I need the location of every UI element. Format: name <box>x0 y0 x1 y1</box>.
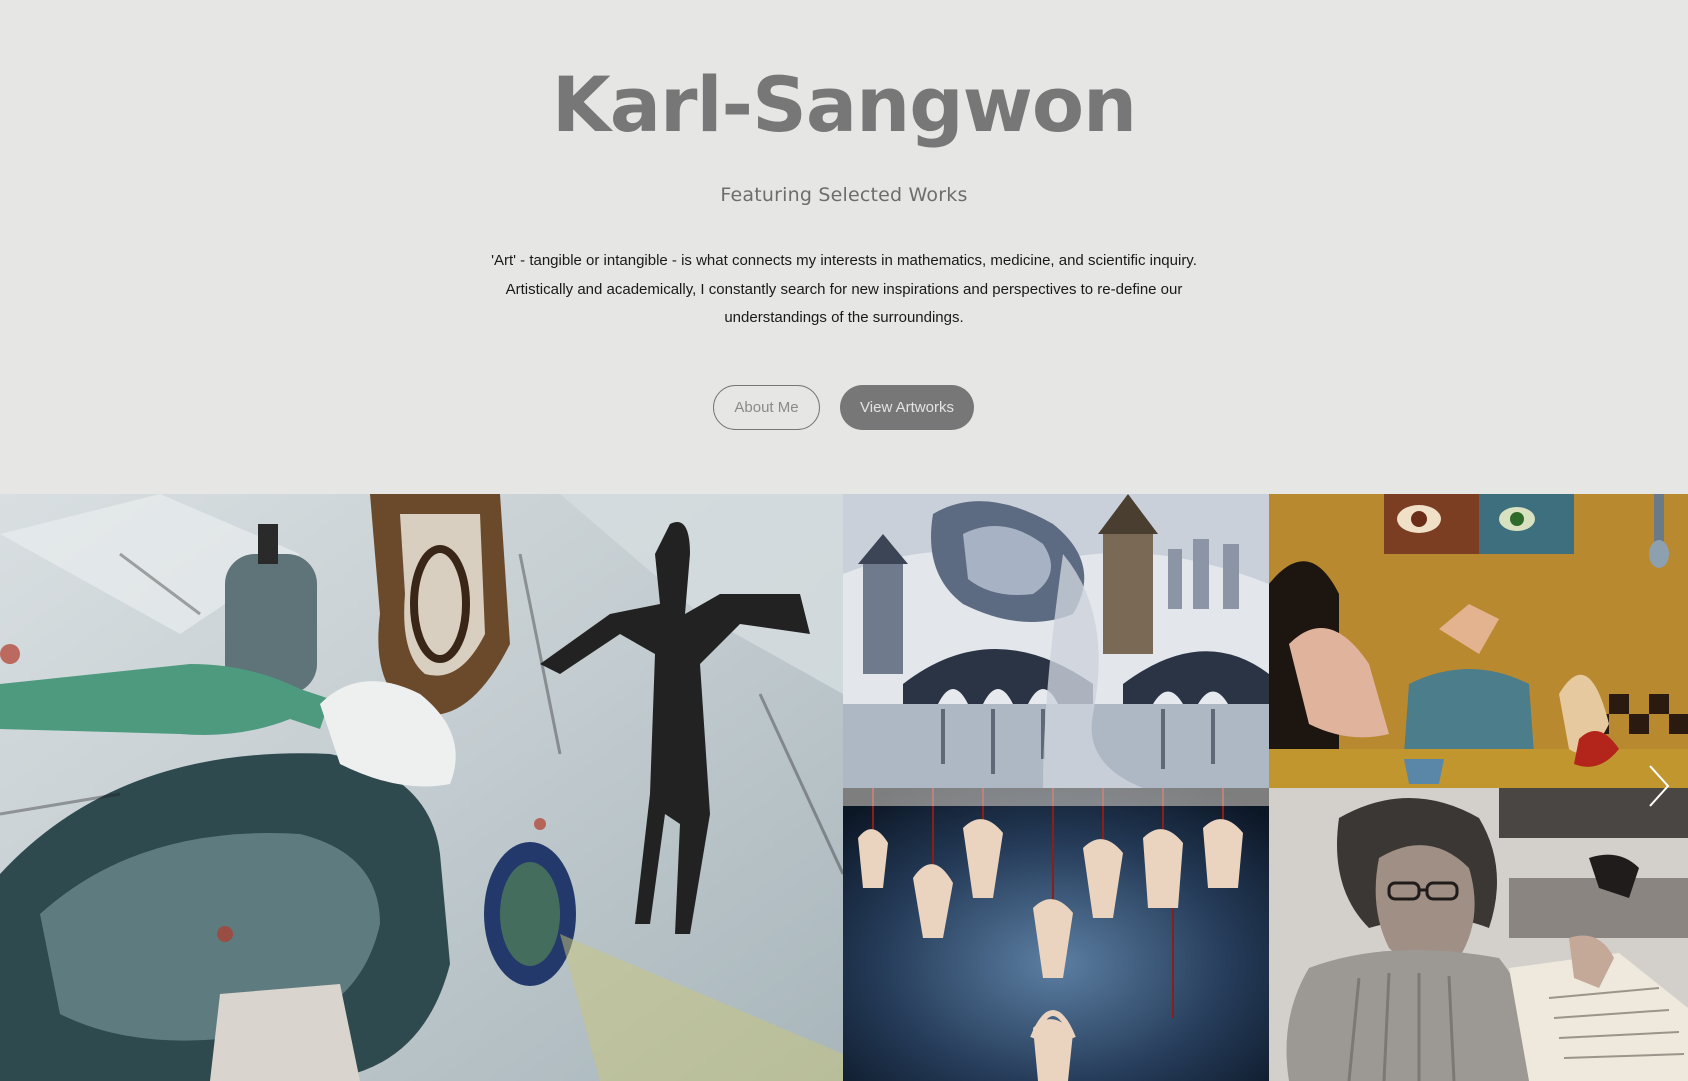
artwork-reading-woman-image <box>1269 788 1688 1081</box>
artwork-reading-woman[interactable] <box>1269 788 1688 1081</box>
artwork-surreal-table[interactable] <box>1269 494 1688 788</box>
artwork-abstract-figures-image <box>0 494 843 1081</box>
artwork-marionettes[interactable] <box>843 788 1269 1081</box>
chevron-right-icon[interactable] <box>1644 756 1674 816</box>
artwork-monochrome-bridge[interactable] <box>843 494 1269 788</box>
artwork-gallery <box>0 494 1688 1081</box>
artwork-marionettes-image <box>843 788 1269 1081</box>
artwork-abstract-figures[interactable] <box>0 494 843 1081</box>
about-me-button[interactable]: About Me <box>713 385 820 430</box>
page-subtitle: Featuring Selected Works <box>720 184 968 206</box>
intro-paragraph: 'Art' - tangible or intangible - is what… <box>464 247 1224 333</box>
site-title: Karl-Sangwon <box>551 60 1137 149</box>
artwork-monochrome-bridge-image <box>843 494 1269 788</box>
artwork-surreal-table-image <box>1269 494 1688 788</box>
view-artworks-button[interactable]: View Artworks <box>840 385 974 430</box>
intro-line: 'Art' - tangible or intangible - is what… <box>491 252 1197 269</box>
hero-section: Karl-Sangwon Featuring Selected Works 'A… <box>0 0 1688 494</box>
intro-line: Artistically and academically, I constan… <box>505 280 1183 298</box>
intro-line: understandings of the surroundings. <box>724 309 964 326</box>
